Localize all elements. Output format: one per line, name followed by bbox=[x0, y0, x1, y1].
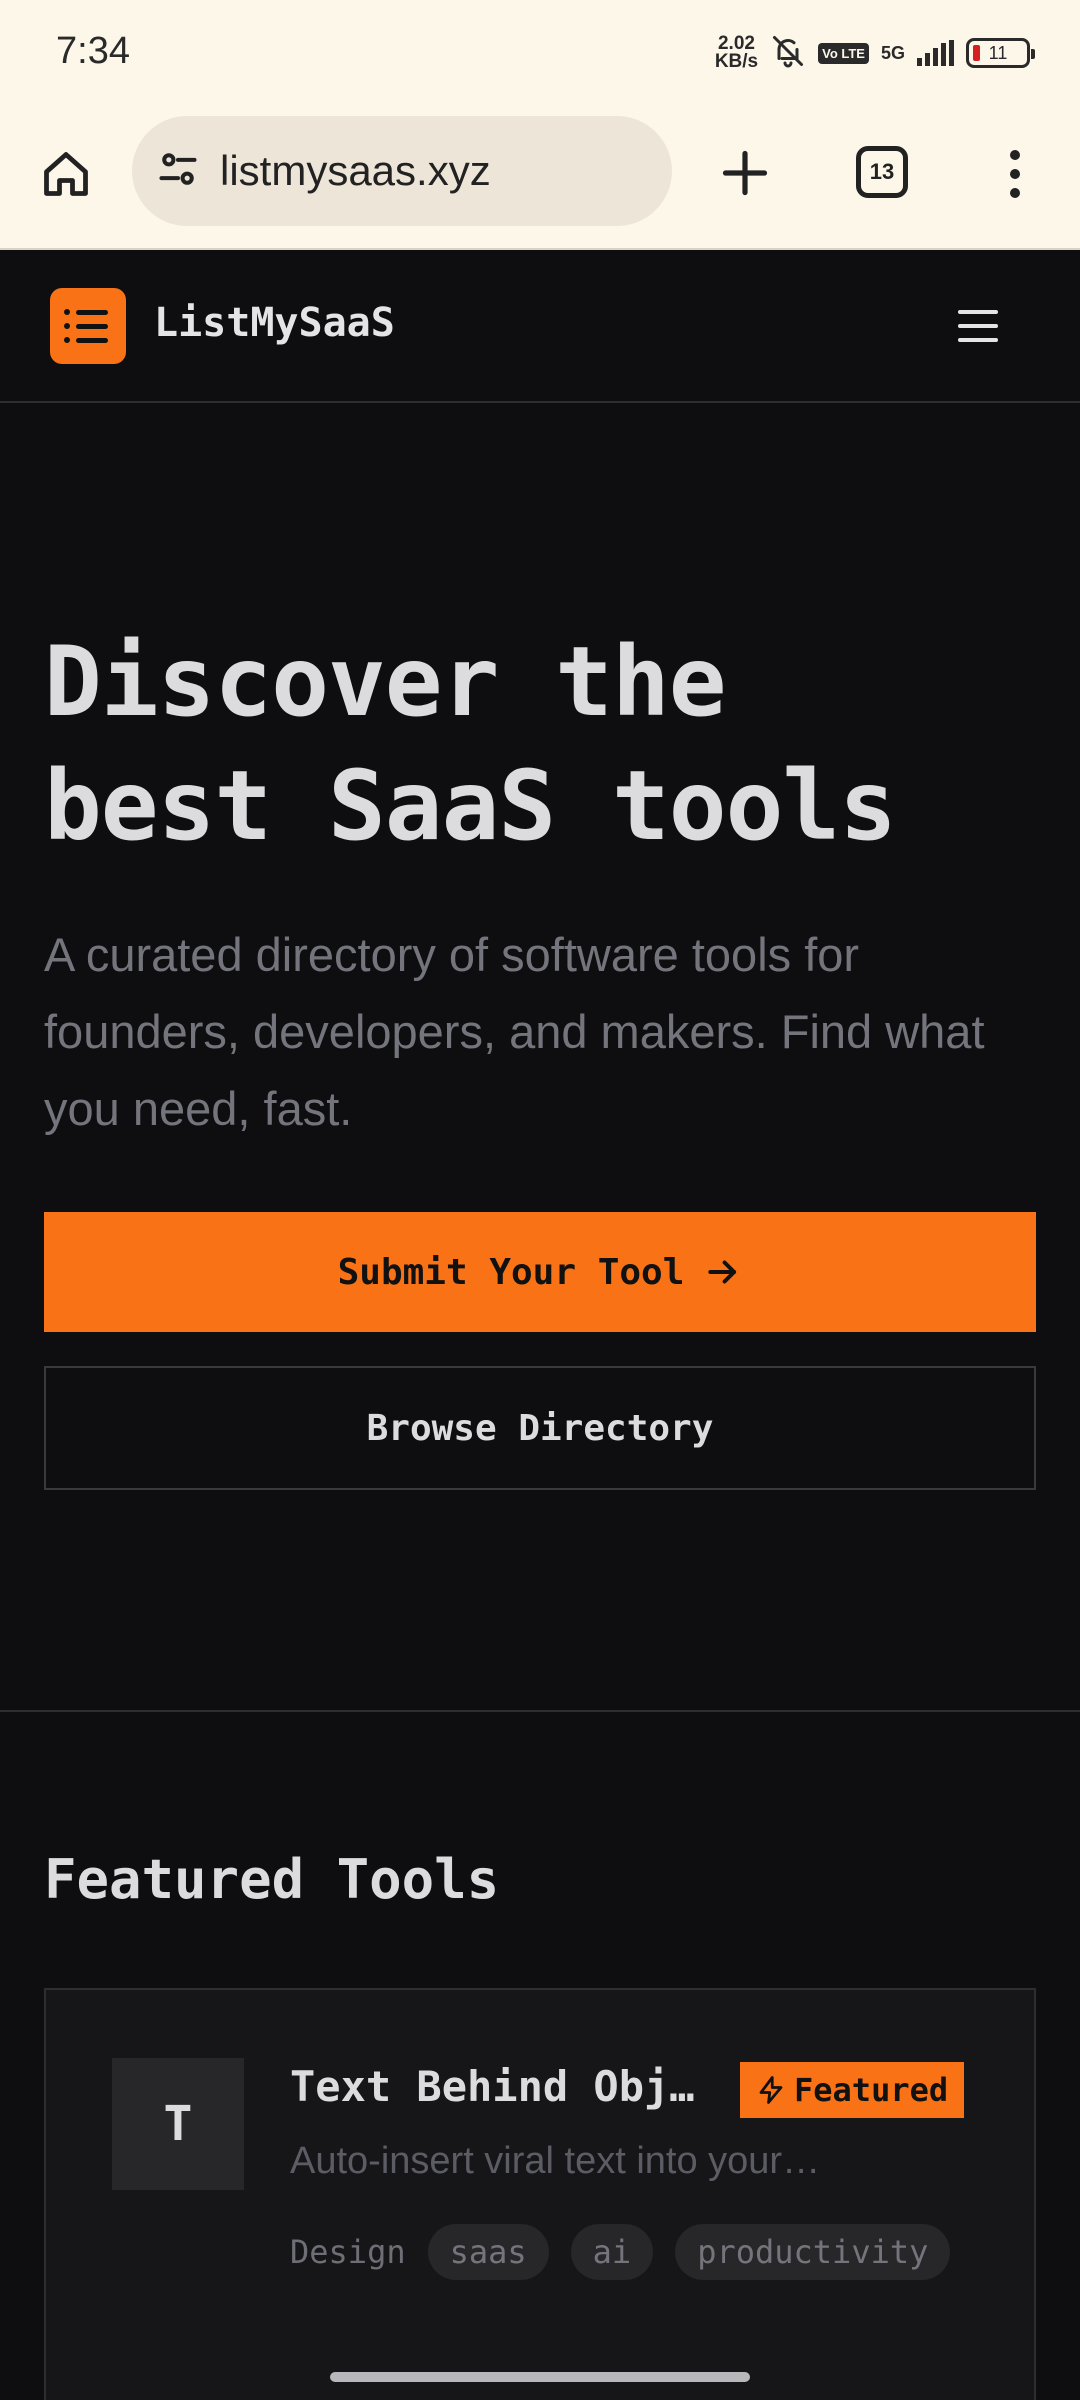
dot bbox=[1010, 188, 1020, 198]
status-bar: 7:34 2.02 KB/s Vo LTE 5G 11 bbox=[0, 0, 1080, 108]
tool-avatar: T bbox=[112, 2058, 244, 2190]
dot bbox=[1010, 169, 1020, 179]
battery-icon: 11 bbox=[966, 38, 1035, 68]
url-text[interactable]: listmysaas.xyz bbox=[220, 147, 491, 195]
plus-icon bbox=[722, 150, 768, 196]
arrow-right-icon bbox=[708, 1260, 737, 1284]
dot bbox=[1010, 150, 1020, 160]
home-button[interactable] bbox=[36, 144, 96, 204]
more-menu-button[interactable] bbox=[990, 144, 1040, 204]
lightning-icon bbox=[759, 2076, 783, 2104]
section-divider bbox=[0, 1710, 1080, 1712]
featured-section-title: Featured Tools bbox=[44, 1848, 500, 1911]
network-speed-unit: KB/s bbox=[714, 51, 759, 72]
home-icon bbox=[44, 152, 88, 196]
logo-list-icon[interactable] bbox=[50, 288, 126, 364]
brand-name[interactable]: ListMySaaS bbox=[154, 300, 395, 346]
gesture-nav-handle[interactable] bbox=[330, 2372, 750, 2382]
hero-title-line2: best SaaS tools bbox=[44, 750, 897, 862]
hero-title-line1: Discover the bbox=[44, 626, 727, 738]
tool-description: Auto-insert viral text into your… bbox=[290, 2140, 821, 2182]
tag-saas[interactable]: saas bbox=[427, 2224, 549, 2280]
browse-directory-button[interactable]: Browse Directory bbox=[44, 1366, 1036, 1490]
status-time: 7:34 bbox=[56, 30, 130, 72]
signal-icon bbox=[917, 40, 954, 66]
site-header: ListMySaaS bbox=[0, 250, 1080, 403]
tab-switcher-button[interactable]: 13 bbox=[856, 146, 908, 198]
network-type: 5G bbox=[880, 43, 905, 63]
volte-icon: Vo LTE bbox=[818, 42, 869, 64]
tool-card[interactable]: T Text Behind Obj… Featured Auto-insert … bbox=[44, 1988, 1036, 2400]
hamburger-menu-icon[interactable] bbox=[958, 310, 998, 342]
site-settings-icon[interactable] bbox=[156, 147, 200, 196]
tool-tags: Design saas ai productivity bbox=[290, 2224, 951, 2280]
submit-tool-button[interactable]: Submit Your Tool bbox=[44, 1212, 1036, 1332]
status-icons: 2.02 KB/s Vo LTE 5G 11 bbox=[714, 30, 1035, 76]
hero-subtitle: A curated directory of software tools fo… bbox=[44, 928, 985, 1135]
tag-productivity[interactable]: productivity bbox=[675, 2224, 951, 2280]
battery-level: 11 bbox=[988, 42, 1008, 63]
tag-ai[interactable]: ai bbox=[570, 2224, 654, 2280]
network-speed: 2.02 KB/s bbox=[714, 34, 759, 72]
browser-toolbar: listmysaas.xyz 13 bbox=[0, 108, 1080, 250]
new-tab-button[interactable] bbox=[710, 138, 780, 208]
featured-badge: Featured bbox=[740, 2062, 965, 2118]
tool-name[interactable]: Text Behind Obj… bbox=[290, 2062, 730, 2111]
bell-muted-icon bbox=[770, 33, 806, 74]
featured-badge-label: Featured bbox=[794, 2071, 949, 2109]
submit-tool-label: Submit Your Tool bbox=[337, 1251, 685, 1293]
tool-category[interactable]: Design bbox=[290, 2233, 406, 2271]
hero-title: Discover the best SaaS tools bbox=[44, 620, 1044, 868]
address-bar[interactable]: listmysaas.xyz bbox=[132, 116, 672, 226]
